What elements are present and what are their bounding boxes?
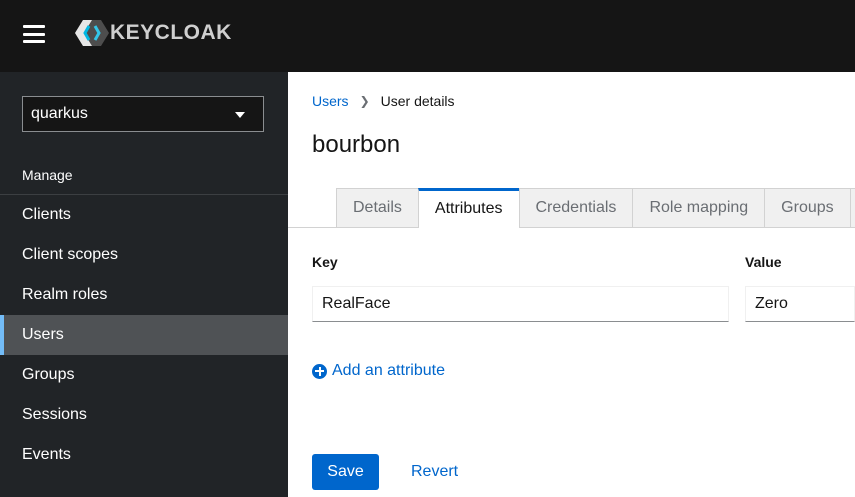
key-column-label: Key [312, 254, 338, 270]
tab-overflow[interactable] [849, 188, 855, 228]
keycloak-logo[interactable]: KEYCLOAK [74, 18, 232, 48]
sidebar: quarkus Manage Clients Client scopes Rea… [0, 72, 288, 497]
keycloak-logo-icon [75, 20, 109, 46]
menu-toggle-icon[interactable] [23, 25, 45, 43]
tab-credentials[interactable]: Credentials [518, 188, 633, 228]
revert-button[interactable]: Revert [396, 454, 473, 490]
save-button[interactable]: Save [312, 454, 379, 490]
sidebar-item-events[interactable]: Events [0, 435, 288, 475]
sidebar-item-users[interactable]: Users [0, 315, 288, 355]
tab-role-mapping[interactable]: Role mapping [632, 188, 765, 228]
tab-details[interactable]: Details [336, 188, 418, 228]
breadcrumb: Users ❯ User details [312, 93, 455, 109]
nav-list: Clients Client scopes Realm roles Users … [0, 195, 288, 475]
sidebar-item-realm-roles[interactable]: Realm roles [0, 275, 288, 315]
tabs: Details Attributes Credentials Role mapp… [336, 188, 855, 228]
add-attribute-button[interactable]: Add an attribute [312, 362, 445, 380]
sidebar-item-groups[interactable]: Groups [0, 355, 288, 395]
add-attribute-label: Add an attribute [332, 362, 445, 379]
breadcrumb-users-link[interactable]: Users [312, 93, 349, 109]
tab-attributes[interactable]: Attributes [417, 188, 519, 228]
chevron-right-icon: ❯ [359, 94, 370, 108]
logo-text: KEYCLOAK [110, 21, 232, 44]
realm-selector[interactable]: quarkus [22, 96, 264, 132]
tab-groups[interactable]: Groups [764, 188, 850, 228]
main-content: Users ❯ User details bourbon Details Att… [288, 72, 855, 497]
realm-selector-value: quarkus [31, 105, 88, 122]
attribute-key-input[interactable] [312, 286, 729, 322]
nav-section-manage: Manage [0, 168, 288, 195]
plus-circle-icon [312, 363, 327, 379]
sidebar-item-client-scopes[interactable]: Client scopes [0, 235, 288, 275]
value-column-label: Value [745, 254, 782, 270]
sidebar-item-sessions[interactable]: Sessions [0, 395, 288, 435]
page-title: bourbon [312, 131, 401, 158]
sidebar-item-clients[interactable]: Clients [0, 195, 288, 235]
caret-down-icon [235, 112, 245, 118]
masthead: KEYCLOAK [0, 0, 855, 72]
attribute-value-input[interactable] [745, 286, 855, 322]
breadcrumb-current: User details [380, 93, 455, 109]
